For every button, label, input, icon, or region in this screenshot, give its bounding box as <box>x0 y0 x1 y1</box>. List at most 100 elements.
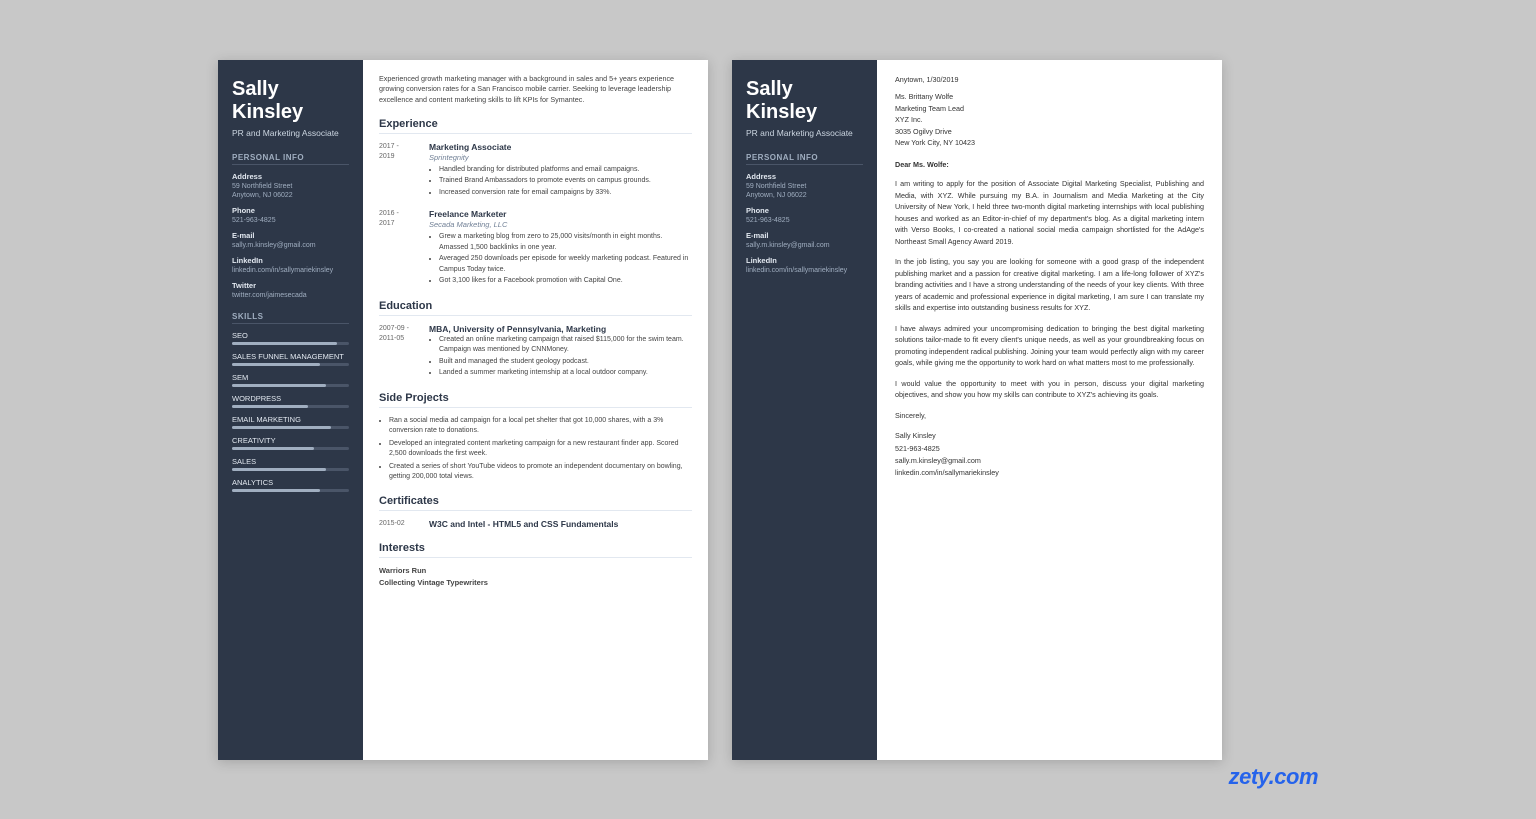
cl-linkedin-label: LinkedIn <box>746 256 863 265</box>
skill-item: EMAIL MARKETING <box>232 415 349 429</box>
cl-address-value: 59 Northfield StreetAnytown, NJ 06022 <box>746 182 863 200</box>
side-projects-list: Ran a social media ad campaign for a loc… <box>379 416 692 483</box>
skill-name: SALES FUNNEL MANAGEMENT <box>232 352 349 361</box>
cert-title: W3C and Intel - HTML5 and CSS Fundamenta… <box>429 519 692 529</box>
cl-header: Anytown, 1/30/2019 Ms. Brittany Wolfe Ma… <box>895 74 1204 149</box>
bullet: Handled branding for distributed platfor… <box>439 165 692 176</box>
skills-list: SEO SALES FUNNEL MANAGEMENT SEM WORDPRES… <box>232 331 349 492</box>
cl-email-value: sally.m.kinsley@gmail.com <box>746 241 863 250</box>
skill-bar-bg <box>232 489 349 492</box>
phone-label: Phone <box>232 206 349 215</box>
side-projects-heading: Side Projects <box>379 392 692 408</box>
email-label: E-mail <box>232 231 349 240</box>
resume-name: Sally Kinsley <box>232 78 349 124</box>
edu-bullets: Created an online marketing campaign tha… <box>429 335 692 379</box>
zety-logo-text: zety.com <box>1229 764 1318 789</box>
cl-paragraph: In the job listing, you say you are look… <box>895 256 1204 314</box>
skill-bar-bg <box>232 405 349 408</box>
exp-title: Marketing Associate <box>429 142 692 152</box>
bullet: Increased conversion rate for email camp… <box>439 188 692 199</box>
cl-signature: Sally Kinsley 521-963-4825 sally.m.kinsl… <box>895 430 1204 479</box>
skill-name: EMAIL MARKETING <box>232 415 349 424</box>
cl-linkedin-value: linkedin.com/in/sallymariekinsley <box>746 266 863 275</box>
skill-name: CREATIVITY <box>232 436 349 445</box>
edu-dates: 2007-09 -2011-05 <box>379 324 421 380</box>
exp-title: Freelance Marketer <box>429 209 692 219</box>
certificates-list: 2015-02 W3C and Intel - HTML5 and CSS Fu… <box>379 519 692 530</box>
page-wrapper: Sally Kinsley PR and Marketing Associate… <box>218 60 1318 760</box>
skill-bar-bg <box>232 447 349 450</box>
skill-bar-bg <box>232 342 349 345</box>
experience-heading: Experience <box>379 118 692 134</box>
education-list: 2007-09 -2011-05 MBA, University of Penn… <box>379 324 692 380</box>
cl-phone-label: Phone <box>746 206 863 215</box>
linkedin-label: LinkedIn <box>232 256 349 265</box>
cl-address-label: Address <box>746 172 863 181</box>
skill-item: WORDPRESS <box>232 394 349 408</box>
cl-paragraph: I have always admired your uncompromisin… <box>895 323 1204 369</box>
skills-heading: Skills <box>232 312 349 324</box>
cert-dates: 2015-02 <box>379 519 421 530</box>
address-value: 59 Northfield StreetAnytown, NJ 06022 <box>232 182 349 200</box>
cover-letter-document: Sally Kinsley PR and Marketing Associate… <box>732 60 1222 760</box>
skill-name: SEM <box>232 373 349 382</box>
bullet: Grew a marketing blog from zero to 25,00… <box>439 232 692 253</box>
cl-sig-name: Sally Kinsley <box>895 430 1204 442</box>
skill-name: SEO <box>232 331 349 340</box>
skill-bar-fill <box>232 384 326 387</box>
bullet: Landed a summer marketing internship at … <box>439 368 692 379</box>
skill-bar-fill <box>232 342 337 345</box>
linkedin-value: linkedin.com/in/sallymariekinsley <box>232 266 349 275</box>
bullet: Created an online marketing campaign tha… <box>439 335 692 356</box>
bullet: Built and managed the student geology po… <box>439 357 692 368</box>
side-project-item: Developed an integrated content marketin… <box>389 439 692 460</box>
phone-value: 521-963-4825 <box>232 216 349 225</box>
exp-details: Freelance Marketer Secada Marketing, LLC… <box>429 209 692 288</box>
cl-recipient-title: Marketing Team Lead <box>895 103 1204 115</box>
skill-item: SEO <box>232 331 349 345</box>
cl-phone-value: 521-963-4825 <box>746 216 863 225</box>
cl-sig-email: sally.m.kinsley@gmail.com <box>895 455 1204 467</box>
cl-salutation: Dear Ms. Wolfe: <box>895 159 1204 171</box>
skill-item: SALES FUNNEL MANAGEMENT <box>232 352 349 366</box>
interests-list: Warriors RunCollecting Vintage Typewrite… <box>379 566 692 587</box>
zety-logo: zety.com <box>1229 764 1318 790</box>
cl-paragraph: I would value the opportunity to meet wi… <box>895 378 1204 401</box>
skill-bar-bg <box>232 384 349 387</box>
cl-personal-info-heading: Personal Info <box>746 153 863 165</box>
edu-title: MBA, University of Pennsylvania, Marketi… <box>429 324 692 334</box>
bullet: Averaged 250 downloads per episode for w… <box>439 254 692 275</box>
skill-item: SALES <box>232 457 349 471</box>
cl-date: Anytown, 1/30/2019 <box>895 74 1204 86</box>
education-heading: Education <box>379 300 692 316</box>
cl-sidebar: Sally Kinsley PR and Marketing Associate… <box>732 60 877 760</box>
cl-sig-phone: 521-963-4825 <box>895 443 1204 455</box>
skill-name: ANALYTICS <box>232 478 349 487</box>
skill-item: SEM <box>232 373 349 387</box>
email-value: sally.m.kinsley@gmail.com <box>232 241 349 250</box>
personal-info-heading: Personal Info <box>232 153 349 165</box>
experience-item: 2017 -2019 Marketing Associate Sprintegn… <box>379 142 692 200</box>
skill-bar-bg <box>232 363 349 366</box>
cl-sig-linkedin: linkedin.com/in/sallymariekinsley <box>895 467 1204 479</box>
exp-dates: 2017 -2019 <box>379 142 421 200</box>
cl-title: PR and Marketing Associate <box>746 128 863 139</box>
cl-address: 3035 Ogilvy Drive <box>895 126 1204 138</box>
skill-name: WORDPRESS <box>232 394 349 403</box>
interest-item: Warriors Run <box>379 566 692 575</box>
cl-recipient-name: Ms. Brittany Wolfe <box>895 91 1204 103</box>
bullet: Trained Brand Ambassadors to promote eve… <box>439 176 692 187</box>
bullet: Got 3,100 likes for a Facebook promotion… <box>439 276 692 287</box>
resume-main: Experienced growth marketing manager wit… <box>363 60 708 760</box>
skill-bar-bg <box>232 468 349 471</box>
cl-email-label: E-mail <box>746 231 863 240</box>
exp-company: Secada Marketing, LLC <box>429 220 692 229</box>
resume-document: Sally Kinsley PR and Marketing Associate… <box>218 60 708 760</box>
side-project-item: Ran a social media ad campaign for a loc… <box>389 416 692 437</box>
skill-bar-fill <box>232 489 320 492</box>
cl-city-state: New York City, NY 10423 <box>895 137 1204 149</box>
side-project-item: Created a series of short YouTube videos… <box>389 462 692 483</box>
cl-main: Anytown, 1/30/2019 Ms. Brittany Wolfe Ma… <box>877 60 1222 760</box>
cert-details: W3C and Intel - HTML5 and CSS Fundamenta… <box>429 519 692 530</box>
resume-summary: Experienced growth marketing manager wit… <box>379 74 692 106</box>
